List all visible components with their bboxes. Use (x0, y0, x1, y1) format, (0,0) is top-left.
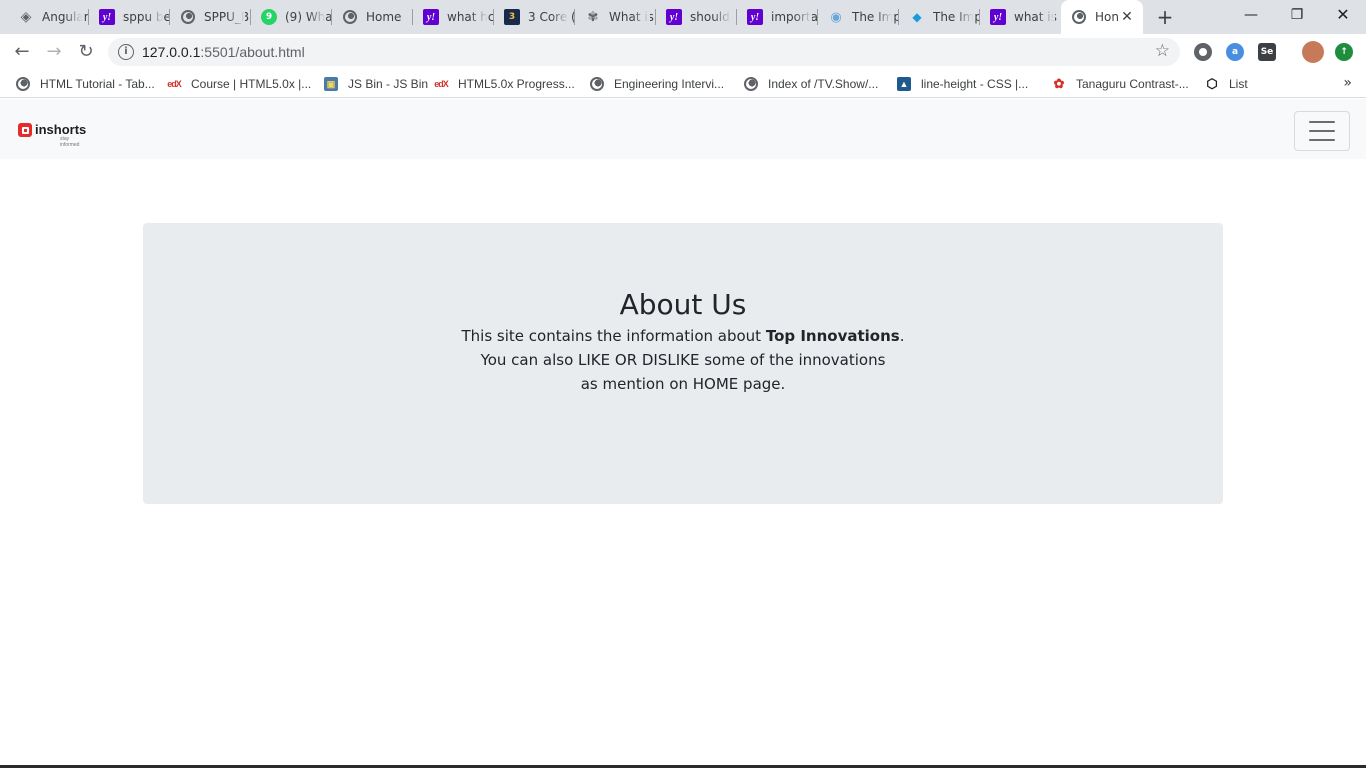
extension-shield-icon[interactable]: a (1226, 43, 1244, 61)
restore-button[interactable]: ❐ (1274, 0, 1320, 30)
globe-icon (342, 9, 358, 25)
angular-icon: ◈ (20, 9, 32, 25)
bookmark-item[interactable]: Engineering Intervi... (590, 75, 724, 93)
back-button[interactable]: ← (8, 38, 36, 66)
bookmark-item[interactable]: edX HTML5.0x Progress... (434, 75, 574, 93)
yahoo-icon: y! (99, 9, 115, 25)
tab-home[interactable]: Home (332, 0, 413, 34)
site-navbar: inshorts stay informed (0, 99, 1366, 159)
mdn-icon: ▲ (897, 77, 911, 91)
tab-importa[interactable]: y! importa (737, 0, 818, 34)
close-tab-icon[interactable]: ✕ (1119, 9, 1135, 25)
bookmark-item[interactable]: HTML Tutorial - Tab... (16, 75, 155, 93)
update-icon[interactable]: ↑ (1335, 43, 1353, 61)
brand-tagline: stay informed (60, 136, 80, 148)
jsbin-icon: ▣ (324, 77, 338, 91)
tab-whatsapp[interactable]: 9 (9) Wha (251, 0, 332, 34)
reload-button[interactable]: ↻ (72, 38, 100, 66)
page-title: About Us (619, 288, 747, 321)
globe-icon (1071, 9, 1087, 25)
tab-title: Home (366, 10, 402, 24)
tab-sppu-b[interactable]: SPPU_B (170, 0, 251, 34)
globe-icon (590, 77, 604, 91)
brand-logo[interactable]: inshorts stay informed (18, 122, 87, 148)
site-info-icon[interactable]: i (118, 44, 134, 60)
url-text: 127.0.0.1:5501/about.html (142, 44, 305, 60)
close-window-button[interactable]: ✕ (1320, 0, 1366, 30)
tab-title: Hon (1095, 10, 1119, 24)
browser-toolbar: ← → ↻ i 127.0.0.1:5501/about.html ☆ a Se… (0, 34, 1366, 70)
tab-what-is[interactable]: ✾ What is (575, 0, 656, 34)
about-jumbotron: About Us This site contains the informat… (143, 223, 1223, 504)
globe-icon (744, 77, 758, 91)
selenium-extension-icon[interactable]: Se (1258, 43, 1276, 61)
globe-icon (16, 77, 30, 91)
page-viewport: inshorts stay informed About Us This sit… (0, 99, 1366, 768)
yahoo-icon: y! (666, 9, 682, 25)
inshorts-logo-icon (18, 123, 32, 137)
new-tab-button[interactable]: + (1153, 5, 1177, 29)
globe-icon (180, 9, 196, 25)
codepen-icon: ⬡ (1206, 76, 1218, 91)
address-bar[interactable]: i 127.0.0.1:5501/about.html ☆ (108, 38, 1180, 66)
bookmark-item[interactable]: ⬡ List (1205, 75, 1247, 93)
edx-icon: edX (434, 79, 449, 89)
forward-button[interactable]: → (40, 38, 68, 66)
tab-what-hc[interactable]: y! what hc (413, 0, 494, 34)
whatsapp-icon: 9 (261, 9, 277, 25)
tab-strip: ◈ Angular y! sppu be SPPU_B 9 (9) Wha Ho… (0, 0, 1366, 34)
edx-icon: edX (167, 79, 182, 89)
tab-the-imp-2[interactable]: ◆ The Imp (899, 0, 980, 34)
tab-the-imp-1[interactable]: ◉ The Imp (818, 0, 899, 34)
yahoo-icon: y! (423, 9, 439, 25)
extension-circle-icon[interactable] (1194, 43, 1212, 61)
highlight-text: Top Innovations (765, 327, 900, 345)
tab-active-home[interactable]: Hon ✕ (1061, 0, 1143, 34)
yahoo-icon: y! (990, 9, 1006, 25)
yahoo-icon: y! (747, 9, 763, 25)
diamond-icon: ◆ (912, 10, 922, 24)
tree-icon: ✾ (587, 9, 599, 25)
bookmark-star-icon[interactable]: ☆ (1155, 41, 1170, 61)
tab-angular[interactable]: ◈ Angular (8, 0, 89, 34)
eye-icon: ◉ (830, 9, 842, 25)
brand-name: inshorts (35, 122, 87, 137)
tab-3-core[interactable]: 3 3 Core ( (494, 0, 575, 34)
bookmark-item[interactable]: Index of /TV.Show/... (744, 75, 878, 93)
about-text: This site contains the information about… (461, 327, 905, 393)
bookmarks-bar: HTML Tutorial - Tab... edX Course | HTML5… (0, 70, 1366, 98)
bookmark-item[interactable]: ✿ Tanaguru Contrast-... (1052, 75, 1189, 93)
tab-what-is-2[interactable]: y! what is (980, 0, 1061, 34)
tab-should[interactable]: y! should (656, 0, 737, 34)
bookmarks-overflow-button[interactable]: » (1343, 75, 1352, 91)
bookmark-item[interactable]: ▲ line-height - CSS |... (897, 75, 1028, 93)
hamburger-icon (1309, 121, 1335, 123)
profile-avatar[interactable] (1302, 41, 1324, 63)
tanaguru-icon: ✿ (1053, 76, 1065, 91)
core-icon: 3 (504, 9, 520, 25)
navbar-toggler-button[interactable] (1294, 111, 1350, 151)
bookmark-item[interactable]: ▣ JS Bin - JS Bin (324, 75, 428, 93)
bookmark-item[interactable]: edX Course | HTML5.0x |... (167, 75, 311, 93)
minimize-button[interactable]: — (1228, 0, 1274, 30)
tab-sppu-be[interactable]: y! sppu be (89, 0, 170, 34)
